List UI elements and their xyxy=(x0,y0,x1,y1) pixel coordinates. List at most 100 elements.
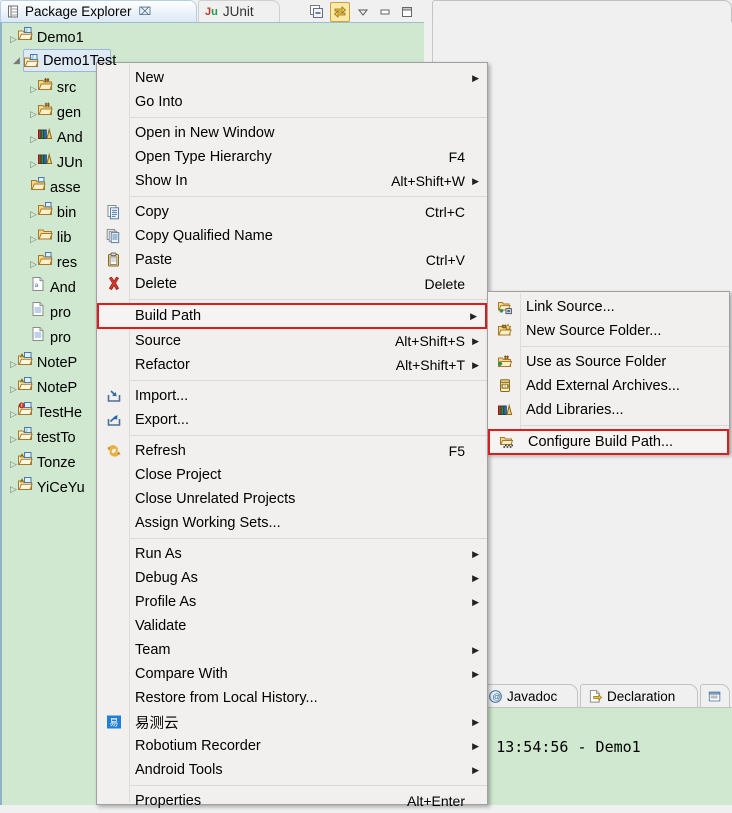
tree-expand-arrow-icon[interactable]: ▷ xyxy=(10,34,17,44)
view-menu-chevron-down-icon[interactable] xyxy=(354,3,372,21)
menu-item[interactable]: 易易测云▶ xyxy=(97,710,487,734)
copy-qualified-icon xyxy=(98,224,129,248)
folder-icon xyxy=(37,251,53,267)
tree-expand-arrow-icon[interactable]: ▷ xyxy=(30,134,37,144)
menu-item[interactable]: Configure Build Path... xyxy=(488,429,729,455)
menu-item[interactable]: CopyCtrl+C xyxy=(97,200,487,224)
menu-item[interactable]: PropertiesAlt+Enter xyxy=(97,789,487,813)
submenu-arrow-icon: ▶ xyxy=(472,176,479,187)
tree-expand-arrow-icon[interactable]: ▷ xyxy=(10,409,17,419)
context-menu[interactable]: New▶Go IntoOpen in New WindowOpen Type H… xyxy=(96,62,488,805)
svg-text:J: J xyxy=(25,27,27,32)
link-with-editor-icon[interactable] xyxy=(330,2,350,22)
menu-item[interactable]: Close Project xyxy=(97,463,487,487)
new-source-folder-icon xyxy=(489,319,520,343)
tree-item[interactable]: ▷ JDemo1 xyxy=(2,23,424,48)
menu-item[interactable]: Open Type HierarchyF4 xyxy=(97,145,487,169)
menu-item-label: Restore from Local History... xyxy=(135,690,318,706)
menu-item[interactable]: Build Path▶ xyxy=(97,303,487,329)
menu-separator xyxy=(130,538,487,539)
menu-item[interactable]: Copy Qualified Name xyxy=(97,224,487,248)
menu-item[interactable]: Close Unrelated Projects xyxy=(97,487,487,511)
tab-package-explorer[interactable]: Package Explorer ⌧ xyxy=(0,0,197,22)
tree-expand-arrow-icon[interactable]: ▷ xyxy=(30,209,37,219)
menu-item[interactable]: Profile As▶ xyxy=(97,590,487,614)
submenu-arrow-icon: ▶ xyxy=(472,360,479,371)
tree-expand-arrow-icon[interactable]: ▷ xyxy=(30,234,37,244)
menu-item[interactable]: Import... xyxy=(97,384,487,408)
svg-text:010: 010 xyxy=(502,384,509,389)
tree-expand-arrow-icon[interactable]: ▷ xyxy=(30,84,37,94)
tree-expand-arrow-icon[interactable]: ▷ xyxy=(10,359,17,369)
close-icon[interactable]: ⌧ xyxy=(139,5,152,18)
build-path-submenu[interactable]: Link Source... New Source Folder... Use … xyxy=(487,291,730,454)
menu-item[interactable]: Android Tools▶ xyxy=(97,758,487,782)
submenu-arrow-icon: ▶ xyxy=(470,311,477,322)
java-project-icon: J xyxy=(17,26,33,42)
tree-item-label: NoteP xyxy=(37,380,77,396)
menu-item-label: New xyxy=(135,70,164,86)
menu-item[interactable]: SourceAlt+Shift+S▶ xyxy=(97,329,487,353)
menu-item[interactable]: RefactorAlt+Shift+T▶ xyxy=(97,353,487,377)
library-icon xyxy=(37,151,53,167)
editor-tabstrip xyxy=(424,0,732,22)
bottom-view-tab[interactable]: @Javadoc xyxy=(480,684,578,708)
view-tabbar: Package Explorer ⌧ Ju JUnit xyxy=(0,0,424,22)
editor-tab[interactable] xyxy=(432,0,732,22)
minimize-icon[interactable] xyxy=(376,3,394,21)
menu-item[interactable]: Use as Source Folder xyxy=(488,350,729,374)
tree-expand-arrow-icon[interactable]: ▷ xyxy=(10,484,17,494)
menu-item-label: Use as Source Folder xyxy=(526,354,666,370)
menu-item[interactable]: Assign Working Sets... xyxy=(97,511,487,535)
menu-item[interactable]: DeleteDelete xyxy=(97,272,487,296)
menu-item-label: Refresh xyxy=(135,443,186,459)
menu-item[interactable]: Open in New Window xyxy=(97,121,487,145)
menu-item-label: Show In xyxy=(135,173,187,189)
tree-expand-arrow-icon[interactable]: ▷ xyxy=(10,384,17,394)
tab-junit[interactable]: Ju JUnit xyxy=(198,0,280,22)
menu-item[interactable]: Show InAlt+Shift+W▶ xyxy=(97,169,487,193)
tree-expand-arrow-icon[interactable]: ◢ xyxy=(10,55,23,66)
javadoc-at-icon: @ xyxy=(488,689,503,704)
menu-separator xyxy=(130,117,487,118)
menu-item[interactable]: Restore from Local History... xyxy=(97,686,487,710)
menu-item[interactable]: Go Into xyxy=(97,90,487,114)
tree-expand-arrow-icon[interactable]: ▷ xyxy=(30,109,37,119)
menu-item[interactable]: PasteCtrl+V xyxy=(97,248,487,272)
menu-item[interactable]: 010Add External Archives... xyxy=(488,374,729,398)
submenu-arrow-icon: ▶ xyxy=(472,573,479,584)
tree-expand-arrow-icon[interactable]: ▷ xyxy=(30,259,37,269)
menu-item-label: Validate xyxy=(135,618,186,634)
menu-item[interactable]: Compare With▶ xyxy=(97,662,487,686)
menu-item[interactable]: Team▶ xyxy=(97,638,487,662)
bottom-view-tab[interactable] xyxy=(700,684,730,708)
menu-item-shortcut: Delete xyxy=(425,276,465,292)
svg-text:a: a xyxy=(35,282,39,289)
menu-item[interactable]: Robotium Recorder▶ xyxy=(97,734,487,758)
bottom-view-tab[interactable]: Declaration xyxy=(580,684,698,708)
bottom-view-tab-label: Declaration xyxy=(607,689,675,704)
menu-item-label: Copy xyxy=(135,204,169,220)
menu-item-shortcut: Alt+Enter xyxy=(407,793,465,809)
menu-item[interactable]: Link Source... xyxy=(488,295,729,319)
maximize-icon[interactable] xyxy=(398,3,416,21)
menu-item[interactable]: Validate xyxy=(97,614,487,638)
collapse-all-icon[interactable] xyxy=(308,3,326,21)
tree-item-label: res xyxy=(57,255,77,271)
menu-item[interactable]: Export... xyxy=(97,408,487,432)
submenu-arrow-icon: ▶ xyxy=(472,549,479,560)
menu-item[interactable]: New Source Folder... xyxy=(488,319,729,343)
tree-expand-arrow-icon[interactable]: ▷ xyxy=(10,434,17,444)
tree-expand-arrow-icon[interactable]: ▷ xyxy=(10,459,17,469)
menu-item-label: Open Type Hierarchy xyxy=(135,149,272,165)
tree-expand-arrow-icon[interactable]: ▷ xyxy=(30,159,37,169)
folder-icon xyxy=(37,201,53,217)
menu-item[interactable]: Run As▶ xyxy=(97,542,487,566)
menu-item[interactable]: New▶ xyxy=(97,66,487,90)
java-project-icon: J xyxy=(23,53,39,69)
menu-item[interactable]: RefreshF5 xyxy=(97,439,487,463)
menu-item[interactable]: Add Libraries... xyxy=(488,398,729,422)
menu-item-label: Debug As xyxy=(135,570,198,586)
tree-item-label: pro xyxy=(50,330,71,346)
menu-item[interactable]: Debug As ▶ xyxy=(97,566,487,590)
